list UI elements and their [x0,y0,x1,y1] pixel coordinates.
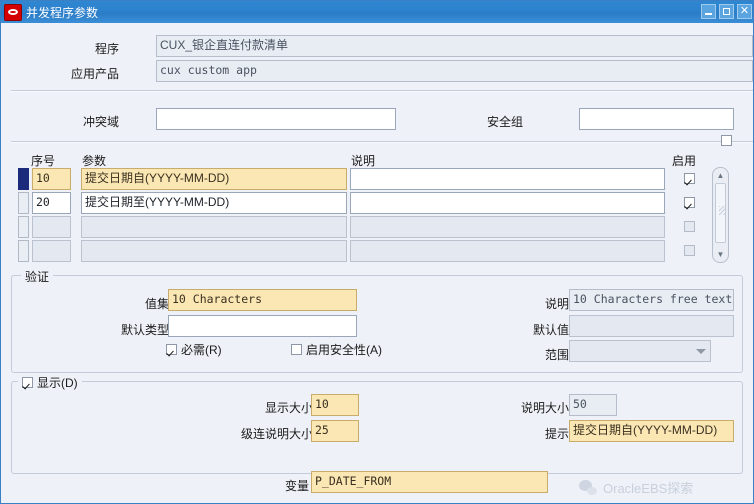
range-label: 范围 [544,348,569,362]
oracle-logo-icon [4,3,22,21]
column-header-enabled: 启用 [672,154,697,168]
table-scrollbar[interactable]: ▲ ▼ [712,167,729,263]
close-icon: ✕ [739,5,750,17]
prompt-field[interactable]: 提交日期自(YYYY-MM-DD) [569,420,734,442]
table-row-description[interactable] [350,192,665,214]
window-controls: ✕ [701,4,752,19]
validation-group-title: 验证 [21,268,54,285]
table-row-parameter[interactable] [81,216,347,238]
window-titlebar: 并发程序参数 ✕ [1,1,753,23]
concurrent-program-parameters-window: 并发程序参数 ✕ 程序 CUX_银企直连付款清单 应用产品 cux custom… [0,0,754,504]
display-size-label: 显示大小 [264,401,313,415]
required-label: 必需(R) [181,343,222,357]
table-row-enabled-wrap[interactable] [684,197,695,208]
default-type-field[interactable] [168,315,357,337]
table-row-enabled-checkbox[interactable] [684,221,695,232]
enabled-column-header-checkbox-wrap[interactable] [721,135,732,146]
value-set-field[interactable]: 10 Characters [168,289,357,311]
scrollbar-thumb[interactable] [715,183,726,243]
window-title: 并发程序参数 [26,5,99,20]
value-set-label: 值集 [144,297,169,311]
validation-description-label: 说明 [544,297,569,311]
column-header-parameter: 参数 [82,154,107,168]
application-label: 应用产品 [70,67,119,81]
enable-security-label: 启用安全性(A) [306,343,382,357]
application-field[interactable]: cux custom app [156,60,753,82]
token-field[interactable]: P_DATE_FROM [311,471,548,493]
enable-security-checkbox[interactable] [291,344,302,355]
close-button[interactable]: ✕ [737,4,752,19]
table-row-enabled-wrap[interactable] [684,173,695,184]
table-row-seq[interactable]: 10 [32,168,71,190]
default-type-label: 默认类型 [120,323,169,337]
maximize-button[interactable] [719,4,734,19]
watermark-text: OracleEBS探索 [603,481,694,496]
token-label: 变量 [284,479,309,493]
column-header-seq: 序号 [31,154,56,168]
table-row-enabled-checkbox[interactable] [684,197,695,208]
display-size-field[interactable]: 10 [311,394,359,416]
conflict-domain-field[interactable] [156,108,396,130]
table-row-enabled-wrap[interactable] [684,245,695,256]
table-row-selector[interactable] [18,216,29,238]
default-value-field[interactable] [569,315,734,337]
conflict-domain-label: 冲突域 [82,115,119,129]
prompt-label: 提示 [544,427,569,441]
required-checkbox-row[interactable]: 必需(R) [166,341,222,358]
watermark: OracleEBS探索 [579,478,693,497]
desc-size-field[interactable]: 50 [569,394,617,416]
chevron-down-icon[interactable]: ▼ [715,249,726,260]
security-group-label: 安全组 [486,115,523,129]
enabled-column-header-checkbox[interactable] [721,135,732,146]
section-divider [11,141,753,143]
table-row-enabled-wrap[interactable] [684,221,695,232]
column-header-description: 说明 [351,154,376,168]
concat-desc-size-label: 级连说明大小 [240,427,313,441]
table-row-parameter[interactable] [81,240,347,262]
security-group-field[interactable] [579,108,734,130]
concat-desc-size-field[interactable]: 25 [311,420,359,442]
enable-security-checkbox-row[interactable]: 启用安全性(A) [291,341,382,358]
chevron-up-icon[interactable]: ▲ [715,170,726,181]
table-row-seq[interactable]: 20 [32,192,71,214]
range-select[interactable] [569,340,711,362]
minimize-button[interactable] [701,4,716,19]
window-body: 程序 CUX_银企直连付款清单 应用产品 cux custom app 冲突域 … [1,23,753,503]
table-row-seq[interactable] [32,216,71,238]
display-group-checkbox[interactable] [22,377,33,388]
table-row-selector[interactable] [18,240,29,262]
table-row-selector[interactable] [18,192,29,214]
validation-description-field[interactable]: 10 Characters free text [569,289,734,311]
table-row-description[interactable] [350,240,665,262]
table-row-description[interactable] [350,216,665,238]
table-row-seq[interactable] [32,240,71,262]
table-row-enabled-checkbox[interactable] [684,245,695,256]
validation-group-label: 验证 [25,270,50,284]
table-row-selector[interactable] [18,168,29,190]
table-row-description[interactable] [350,168,665,190]
table-row-enabled-checkbox[interactable] [684,173,695,184]
program-label: 程序 [94,42,119,56]
chevron-down-icon [696,349,706,354]
desc-size-label: 说明大小 [520,401,569,415]
table-row-parameter[interactable]: 提交日期自(YYYY-MM-DD) [81,168,347,190]
display-group-label: 显示(D) [37,376,78,390]
header-divider [11,90,753,92]
required-checkbox[interactable] [166,344,177,355]
default-value-label: 默认值 [532,323,569,337]
display-group-title[interactable]: 显示(D) [18,374,82,391]
program-field[interactable]: CUX_银企直连付款清单 [156,35,753,57]
table-row-parameter[interactable]: 提交日期至(YYYY-MM-DD) [81,192,347,214]
wechat-icon [579,480,597,495]
